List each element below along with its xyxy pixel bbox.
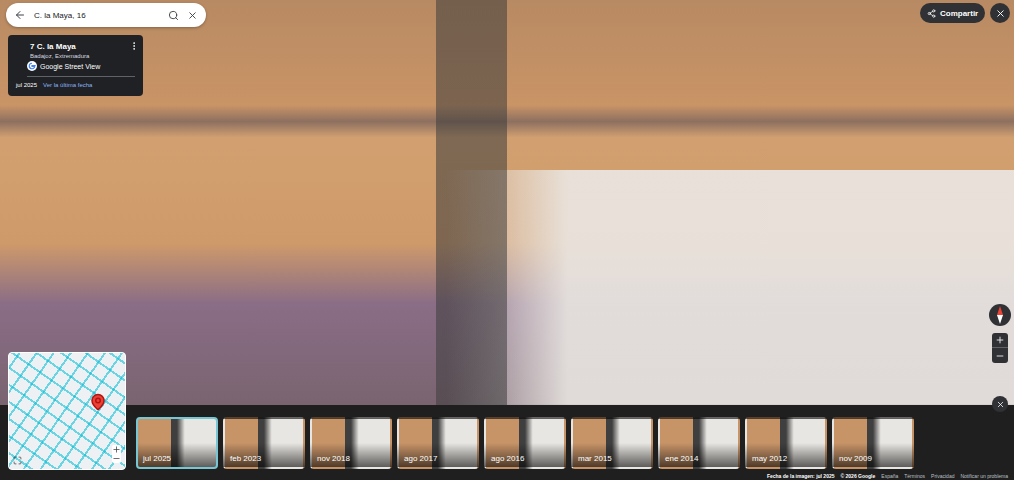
timeline-thumbnail[interactable]: ene 2014 [658,417,740,469]
footer-link[interactable]: Términos [904,473,925,479]
clear-icon[interactable] [187,10,198,21]
search-box[interactable]: C. la Maya, 16 [6,3,206,27]
timeline-thumbnail[interactable]: ago 2016 [484,417,566,469]
timeline-thumbnail[interactable]: nov 2018 [310,417,392,469]
zoom-out-icon[interactable] [992,348,1008,363]
close-icon [995,8,1006,19]
street-view-photo[interactable]: C. la Maya, 16 7 C. la Maya Badajoz, Extre… [0,0,1014,405]
map-zoom-in-icon[interactable] [112,445,121,454]
thumbnail-date: ago 2016 [491,454,524,463]
source-label: Google Street View [40,63,100,70]
map-pin-icon [89,393,107,411]
compass-icon[interactable] [988,303,1012,327]
timeline-thumbnail[interactable]: feb 2023 [223,417,305,469]
thumbnail-date: mar 2015 [578,454,612,463]
timeline-thumbnail[interactable]: ago 2017 [397,417,479,469]
source-row: Google Street View [27,61,135,77]
thumbnail-date: ago 2017 [404,454,437,463]
map-zoom-controls [112,445,121,463]
info-card: 7 C. la Maya Badajoz, Extremadura Google S… [8,35,143,96]
footer-link[interactable]: Privacidad [931,473,954,479]
back-arrow-icon[interactable] [14,9,26,21]
capture-date: jul 2025 [16,82,37,88]
mini-map[interactable] [8,352,126,470]
share-icon [927,9,936,18]
timeline-bar: jul 2025 feb 2023 nov 2018 ago 2017 ago 2016… [0,405,1014,480]
timeline-thumbnail[interactable]: mar 2015 [571,417,653,469]
footer-link[interactable]: Notificar un problema [960,473,1008,479]
timeline-thumbnail[interactable]: nov 2009 [832,417,914,469]
search-query[interactable]: C. la Maya, 16 [34,11,160,20]
place-title: 7 C. la Maya [30,42,135,51]
thumbnail-date: jul 2025 [143,454,171,463]
street-view: C. la Maya, 16 7 C. la Maya Badajoz, Extre… [0,0,1014,480]
place-subtitle: Badajoz, Extremadura [30,53,135,59]
timeline-thumbnail[interactable]: may 2012 [745,417,827,469]
footer: Fecha de la imagen: jul 2025 © 2026 Googl… [767,473,1014,480]
thumbnail-date: feb 2023 [230,454,261,463]
search-icon[interactable] [168,10,179,21]
footer-link[interactable]: España [881,473,898,479]
close-button[interactable] [990,3,1010,23]
more-icon[interactable] [129,41,139,51]
timeline-thumbnail[interactable]: jul 2025 [136,417,218,469]
timeline-close-button[interactable] [992,396,1008,412]
thumbnail-date: ene 2014 [665,454,698,463]
timeline-list: jul 2025 feb 2023 nov 2018 ago 2017 ago 2016… [136,417,1014,469]
share-button[interactable]: Compartir [920,3,985,23]
thumbnail-date: nov 2018 [317,454,350,463]
expand-icon[interactable] [13,456,22,465]
thumbnail-date: nov 2009 [839,454,872,463]
close-icon [996,400,1005,409]
copyright: © 2026 Google [840,473,875,479]
zoom-controls [992,333,1008,363]
date-row: jul 2025 Ver la última fecha [16,79,135,88]
map-zoom-out-icon[interactable] [112,454,121,463]
thumbnail-date: may 2012 [752,454,787,463]
latest-date-link[interactable]: Ver la última fecha [43,82,92,88]
google-logo-icon [27,61,37,71]
zoom-in-icon[interactable] [992,333,1008,348]
image-date: Fecha de la imagen: jul 2025 [767,473,835,479]
